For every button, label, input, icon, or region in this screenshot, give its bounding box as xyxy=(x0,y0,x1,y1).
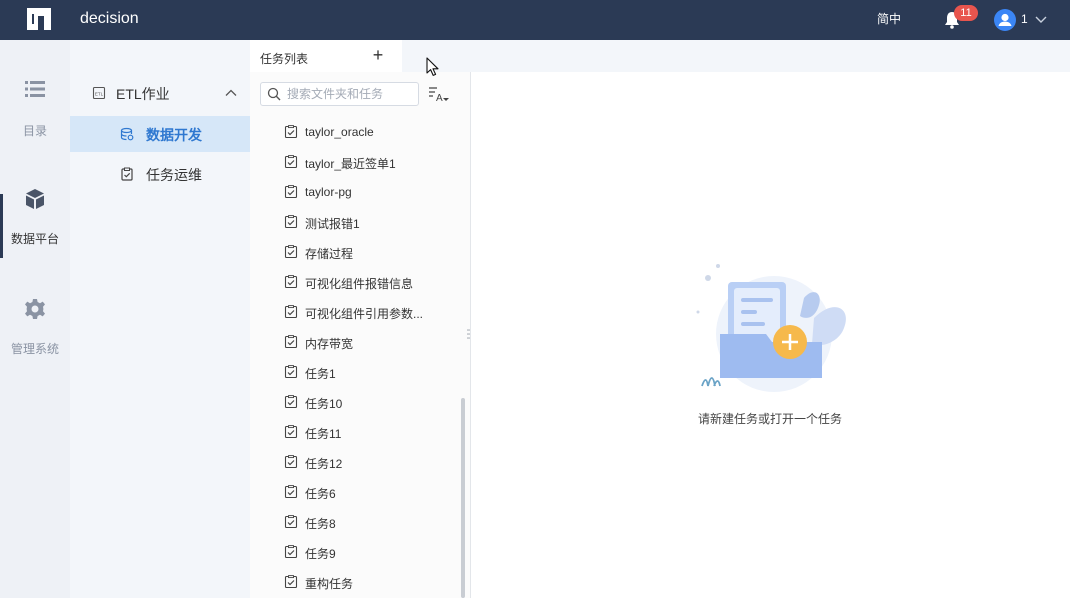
task-checkbox-icon xyxy=(284,335,298,349)
task-checkbox-icon xyxy=(284,275,298,289)
divider xyxy=(470,72,471,598)
task-name: 任务12 xyxy=(305,457,343,471)
task-list-panel: 任务列表 + A taylor_oracletaylor_最近签单1taylor… xyxy=(250,40,470,598)
task-name: 可视化组件报错信息 xyxy=(305,277,414,291)
task-list-item[interactable]: 任务12 xyxy=(250,447,462,477)
task-checkbox-icon xyxy=(284,185,298,199)
task-list-item[interactable]: 任务10 xyxy=(250,387,462,417)
sub-navigation: ETL ETL作业 数据开发 任务运维 xyxy=(70,40,250,598)
task-list-item[interactable]: 内存带宽 xyxy=(250,327,462,357)
language-switch[interactable]: 简中 xyxy=(877,10,901,27)
rail-item-label: 数据平台 xyxy=(10,232,59,246)
user-icon xyxy=(998,13,1012,26)
scrollbar-thumb[interactable] xyxy=(461,398,465,598)
subnav-item-data-dev[interactable]: 数据开发 xyxy=(70,116,250,152)
task-list-item[interactable]: taylor_最近签单1 xyxy=(250,147,462,177)
app-title: decision xyxy=(80,10,139,27)
task-name: 内存带宽 xyxy=(305,337,354,351)
tab-label: 任务列表 xyxy=(260,52,309,66)
clipboard-icon xyxy=(121,167,133,181)
task-name: 可视化组件引用参数... xyxy=(305,307,424,321)
rail-item-admin[interactable]: 管理系统 xyxy=(0,298,70,382)
cube-icon xyxy=(26,189,44,209)
left-rail: 目录 数据平台 管理系统 xyxy=(0,40,70,598)
chevron-down-icon[interactable] xyxy=(1034,12,1048,26)
task-list-item[interactable]: taylor-pg xyxy=(250,177,462,207)
etl-group-header[interactable]: ETL ETL作业 xyxy=(70,78,250,108)
task-checkbox-icon xyxy=(284,575,298,589)
task-checkbox-icon xyxy=(284,245,298,259)
task-checkbox-icon xyxy=(284,425,298,439)
task-checkbox-icon xyxy=(284,485,298,499)
task-checkbox-icon xyxy=(284,155,298,169)
user-avatar[interactable] xyxy=(994,9,1016,31)
mouse-cursor-icon xyxy=(426,57,439,76)
task-name: 测试报错1 xyxy=(305,217,360,231)
task-list-item[interactable]: 重构任务 xyxy=(250,567,462,597)
task-checkbox-icon xyxy=(284,455,298,469)
subnav-item-task-ops[interactable]: 任务运维 xyxy=(70,156,250,192)
task-checkbox-icon xyxy=(284,395,298,409)
task-list-item[interactable]: 任务6 xyxy=(250,477,462,507)
task-checkbox-icon xyxy=(284,515,298,529)
task-list-item[interactable]: 任务1 xyxy=(250,357,462,387)
gear-icon xyxy=(25,299,45,319)
svg-text:ETL: ETL xyxy=(95,92,104,97)
main-content: 请新建任务或打开一个任务 xyxy=(470,40,1070,598)
task-checkbox-icon xyxy=(284,125,298,139)
empty-state-illustration xyxy=(696,264,846,392)
svg-text:A: A xyxy=(436,93,443,104)
user-name[interactable]: 1 xyxy=(1021,12,1028,26)
task-list: taylor_oracle taylor_最近签单1 taylor-pg 测试报错1 存… xyxy=(250,117,462,598)
logo-icon[interactable] xyxy=(24,6,54,34)
task-checkbox-icon xyxy=(284,215,298,229)
empty-state-message: 请新建任务或打开一个任务 xyxy=(697,412,842,426)
rail-item-catalog[interactable]: 目录 xyxy=(0,78,70,162)
search-box xyxy=(260,82,419,106)
task-list-item[interactable]: 任务8 xyxy=(250,507,462,537)
task-name: 任务9 xyxy=(305,547,336,561)
task-name: 任务10 xyxy=(305,397,343,411)
task-name: 任务1 xyxy=(305,367,336,381)
task-name: taylor_最近签单1 xyxy=(305,157,396,171)
task-list-item[interactable]: 任务9 xyxy=(250,537,462,567)
rail-item-label: 管理系统 xyxy=(10,342,59,356)
task-checkbox-icon xyxy=(284,365,298,379)
task-list-item[interactable]: taylor_oracle xyxy=(250,117,462,147)
top-bar: decision 简中 11 1 xyxy=(0,0,1070,40)
sort-az-icon[interactable]: A xyxy=(428,84,450,104)
group-label: ETL作业 xyxy=(116,86,170,102)
subnav-item-label: 任务运维 xyxy=(146,167,202,183)
task-name: 任务11 xyxy=(305,427,342,441)
task-list-item[interactable]: 任务11 xyxy=(250,417,462,447)
task-list-item[interactable]: 测试报错1 xyxy=(250,207,462,237)
task-name: 存储过程 xyxy=(305,247,354,261)
task-name: taylor_oracle xyxy=(305,125,374,139)
tab-task-list[interactable]: 任务列表 + xyxy=(250,40,402,72)
subnav-item-label: 数据开发 xyxy=(146,127,202,143)
task-name: taylor-pg xyxy=(305,185,352,199)
add-task-button[interactable]: + xyxy=(368,46,388,66)
task-name: 重构任务 xyxy=(305,577,354,591)
task-list-item[interactable]: 可视化组件引用参数... xyxy=(250,297,462,327)
task-list-item[interactable]: 存储过程 xyxy=(250,237,462,267)
etl-icon: ETL xyxy=(92,86,106,100)
chevron-up-icon[interactable] xyxy=(224,86,238,100)
task-list-item[interactable]: 可视化组件报错信息 xyxy=(250,267,462,297)
search-input[interactable] xyxy=(287,85,415,103)
task-checkbox-icon xyxy=(284,545,298,559)
search-icon xyxy=(267,87,281,101)
main-tab-bar xyxy=(470,40,1070,72)
task-checkbox-icon xyxy=(284,305,298,319)
list-icon xyxy=(25,81,45,97)
database-icon xyxy=(120,127,134,141)
task-name: 任务6 xyxy=(305,487,336,501)
rail-item-data-platform[interactable]: 数据平台 xyxy=(0,188,70,272)
rail-item-label: 目录 xyxy=(22,124,47,138)
notification-badge: 11 xyxy=(954,5,978,21)
task-name: 任务8 xyxy=(305,517,336,531)
